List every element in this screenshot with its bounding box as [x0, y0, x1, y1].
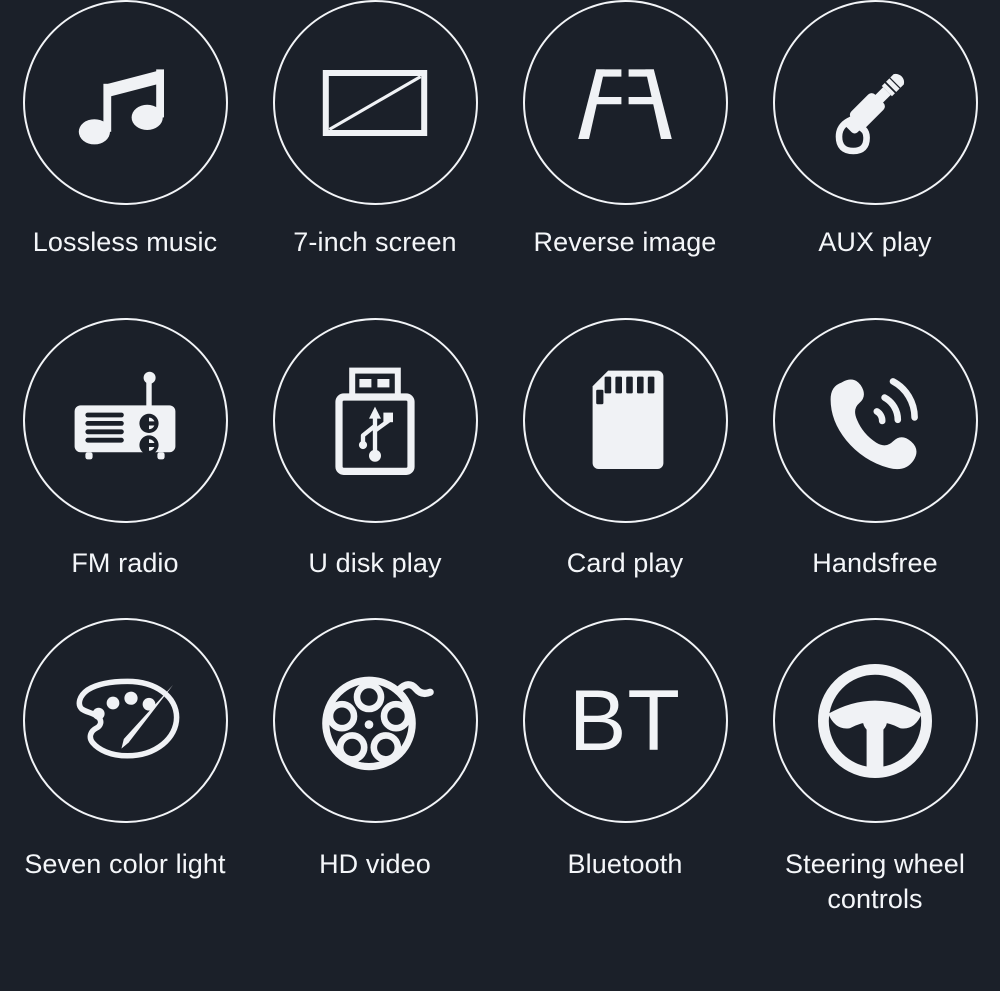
usb-drive-icon — [315, 361, 435, 481]
icon-circle — [772, 318, 978, 523]
palette-icon — [65, 661, 185, 781]
radio-icon — [65, 361, 185, 481]
icon-circle — [272, 0, 478, 205]
feature-item-handsfree[interactable]: Handsfree — [750, 318, 1000, 618]
screen-icon — [315, 43, 435, 163]
aux-jack-icon — [815, 43, 935, 163]
icon-circle — [522, 0, 728, 205]
steering-wheel-icon — [815, 661, 935, 781]
parking-lines-icon — [565, 43, 685, 163]
feature-label: U disk play — [308, 548, 442, 578]
icon-circle: BT — [522, 618, 728, 823]
phone-ringing-icon — [815, 361, 935, 481]
icon-circle — [522, 318, 728, 523]
feature-item-7-inch-screen[interactable]: 7-inch screen — [250, 0, 500, 318]
feature-item-seven-color-light[interactable]: Seven color light — [0, 618, 250, 991]
feature-label: Handsfree — [812, 548, 938, 578]
feature-item-steering-wheel-controls[interactable]: Steering wheel controls — [750, 618, 1000, 991]
feature-label: Reverse image — [533, 227, 717, 257]
feature-label: FM radio — [71, 548, 179, 578]
feature-item-fm-radio[interactable]: FM radio — [0, 318, 250, 618]
icon-circle — [22, 618, 228, 823]
feature-item-u-disk-play[interactable]: U disk play — [250, 318, 500, 618]
icon-circle — [272, 618, 478, 823]
feature-item-aux-play[interactable]: AUX play — [750, 0, 1000, 318]
sd-card-icon — [565, 361, 685, 481]
icon-circle — [272, 318, 478, 523]
feature-icon-grid: Lossless music 7-inch screen Reverse ima… — [0, 0, 1000, 991]
feature-item-card-play[interactable]: Card play — [500, 318, 750, 618]
feature-label: Seven color light — [24, 849, 226, 879]
icon-circle — [772, 618, 978, 823]
feature-item-lossless-music[interactable]: Lossless music — [0, 0, 250, 318]
film-reel-icon — [315, 661, 435, 781]
feature-label: Bluetooth — [567, 849, 683, 879]
icon-circle — [22, 0, 228, 205]
feature-item-bluetooth[interactable]: BT Bluetooth — [500, 618, 750, 991]
feature-label: Card play — [566, 548, 684, 578]
icon-circle — [772, 0, 978, 205]
feature-label: HD video — [319, 849, 431, 879]
feature-item-hd-video[interactable]: HD video — [250, 618, 500, 991]
music-note-icon — [65, 43, 185, 163]
feature-label: Lossless music — [32, 227, 218, 257]
icon-circle — [22, 318, 228, 523]
bt-text-icon: BT — [569, 672, 681, 769]
feature-label: Steering wheel controls — [784, 849, 965, 914]
feature-item-reverse-image[interactable]: Reverse image — [500, 0, 750, 318]
feature-label: 7-inch screen — [293, 227, 457, 257]
feature-label: AUX play — [818, 227, 932, 257]
